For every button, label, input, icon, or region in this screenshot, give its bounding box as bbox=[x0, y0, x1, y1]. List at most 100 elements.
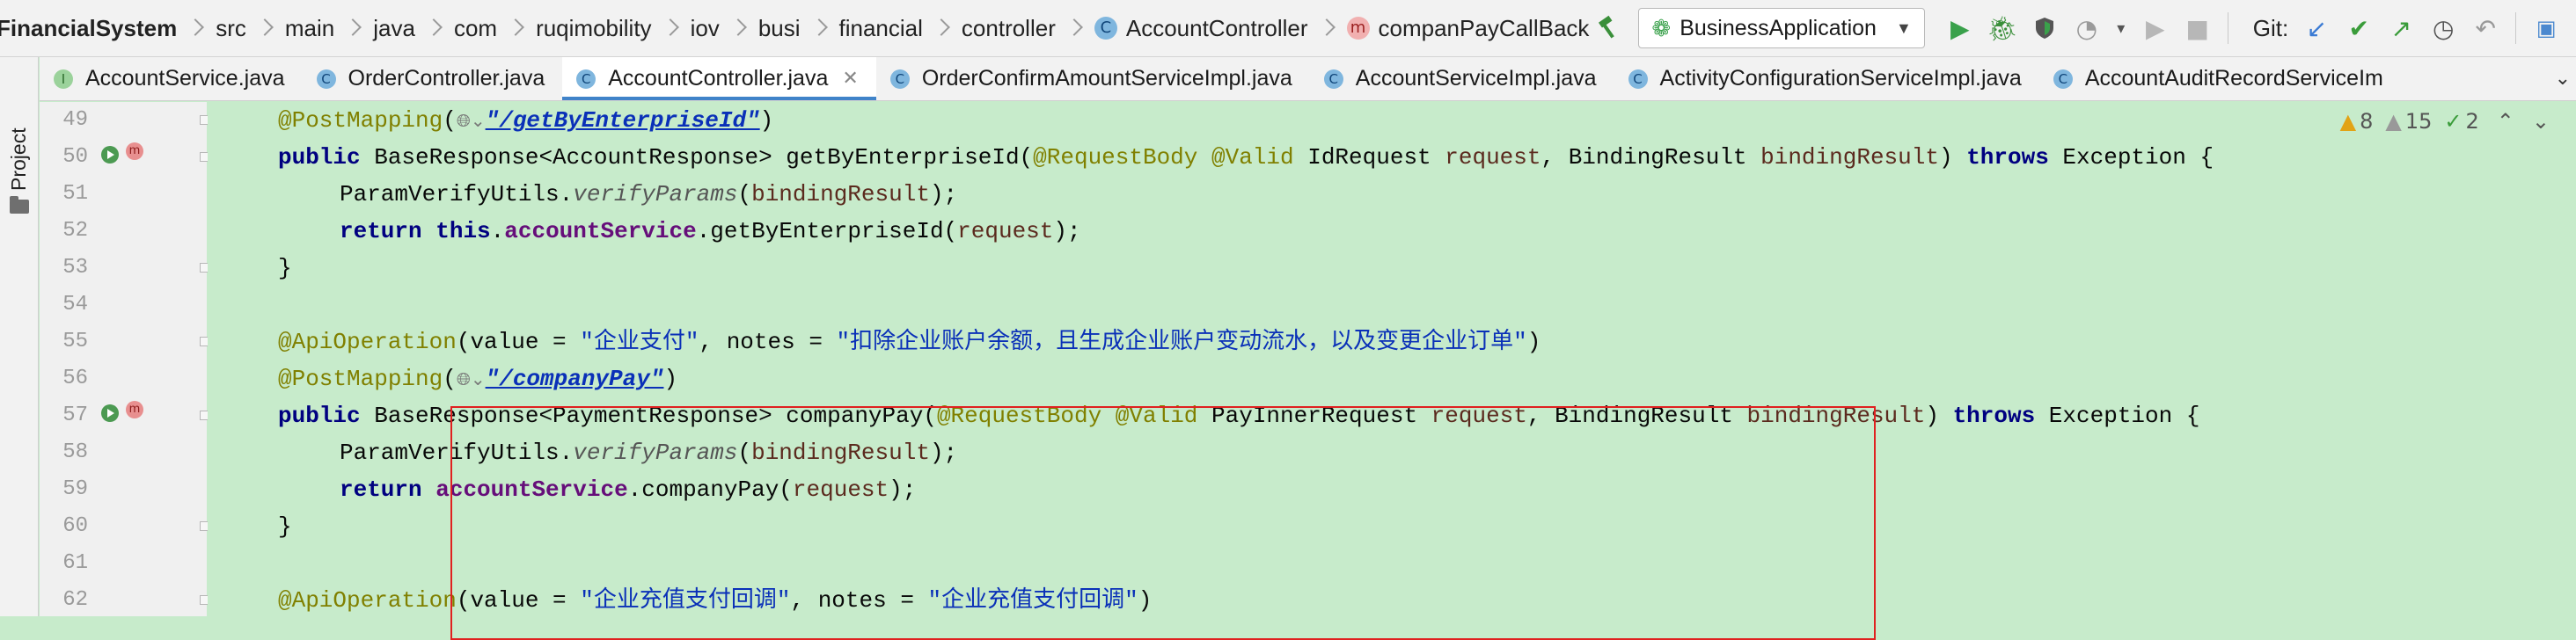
tab-accountserviceimpl[interactable]: C AccountServiceImpl.java bbox=[1310, 57, 1614, 100]
breadcrumb-item-financial[interactable]: financial bbox=[801, 15, 923, 42]
breadcrumb-item-com[interactable]: com bbox=[415, 15, 497, 42]
run-icon[interactable]: ▶ bbox=[1944, 11, 1976, 46]
breadcrumb-item-ruqimobility[interactable]: ruqimobility bbox=[497, 15, 652, 42]
endpoint-run-icon[interactable] bbox=[101, 146, 119, 164]
gutter-line: 51 bbox=[40, 176, 207, 213]
line-number: 57 bbox=[62, 404, 88, 427]
tab-accountservice[interactable]: I AccountService.java bbox=[40, 57, 303, 100]
breadcrumb-item-controller[interactable]: controller bbox=[923, 15, 1056, 42]
code-text: } bbox=[278, 255, 292, 281]
git-push-icon[interactable]: ↗ bbox=[2385, 11, 2417, 46]
run-configuration-select[interactable]: ❁ BusinessApplication ▼ bbox=[1638, 8, 1925, 48]
coverage-icon[interactable] bbox=[2029, 11, 2060, 46]
code-line-60[interactable]: } bbox=[278, 508, 292, 545]
globe-icon[interactable]: 🌐︎⌄ bbox=[457, 110, 486, 131]
breadcrumb-item-iov[interactable]: iov bbox=[652, 15, 720, 42]
code-line-50[interactable]: public BaseResponse<AccountResponse> get… bbox=[278, 139, 2214, 176]
tab-label: OrderController.java bbox=[348, 66, 545, 91]
endpoint-run-icon[interactable] bbox=[101, 404, 119, 422]
breadcrumb-item-java[interactable]: java bbox=[334, 15, 415, 42]
translate-icon[interactable]: ▣ bbox=[2530, 11, 2562, 46]
chevron-down-icon[interactable]: ⌄ bbox=[2532, 109, 2550, 134]
code-line-55[interactable]: @ApiOperation(value = "企业支付", notes = "扣… bbox=[278, 324, 1540, 360]
close-icon[interactable]: ✕ bbox=[842, 68, 858, 90]
breadcrumb-item-class[interactable]: C AccountController bbox=[1056, 15, 1308, 42]
code-text: ) bbox=[663, 366, 678, 392]
code-text: BaseResponse<AccountResponse> getByEnter… bbox=[360, 144, 1034, 171]
code-line-51[interactable]: ParamVerifyUtils.verifyParams(bindingRes… bbox=[340, 176, 957, 213]
line-number: 58 bbox=[62, 440, 88, 464]
rollback-icon[interactable]: ↶ bbox=[2470, 11, 2501, 46]
line-number: 50 bbox=[62, 145, 88, 169]
breadcrumb-label: controller bbox=[961, 14, 1056, 41]
breadcrumb-item-main[interactable]: main bbox=[246, 15, 334, 42]
breadcrumb-label: ruqimobility bbox=[536, 14, 652, 41]
stop-icon[interactable]: ■ bbox=[2182, 11, 2214, 46]
method-marker-icon[interactable]: m bbox=[126, 401, 143, 418]
tab-accountauditrecordserviceimpl[interactable]: C AccountAuditRecordServiceIm bbox=[2039, 57, 2401, 100]
chevron-up-icon[interactable]: ⌃ bbox=[2497, 109, 2514, 134]
code-text: IdRequest bbox=[1293, 144, 1445, 171]
string-literal: "企业支付" bbox=[580, 329, 699, 355]
typos-count-value: 2 bbox=[2465, 109, 2479, 134]
code-text: , notes = bbox=[699, 329, 837, 355]
class-icon: C bbox=[1628, 69, 1648, 89]
code-editor[interactable]: @PostMapping(🌐︎⌄"/getByEnterpriseId") pu… bbox=[208, 102, 2576, 640]
debug-icon[interactable]: 🐞︎ bbox=[1987, 11, 2018, 46]
git-commit-icon[interactable]: ✔ bbox=[2343, 11, 2375, 46]
breadcrumb-item-method[interactable]: m companPayCallBack bbox=[1308, 14, 1590, 42]
code-text: ( bbox=[443, 107, 457, 134]
inspection-widget[interactable]: ▲ 8 ▲ 15 ✓ 2 ⌃ ⌄ bbox=[2328, 109, 2550, 134]
chevron-down-icon[interactable]: ▾ bbox=[2113, 11, 2129, 46]
annotation: @Valid bbox=[1211, 144, 1294, 171]
tab-ordercontroller[interactable]: C OrderController.java bbox=[303, 57, 563, 100]
code-text: ( bbox=[737, 181, 752, 207]
breadcrumb-label: src bbox=[216, 14, 246, 41]
chevron-right-icon bbox=[935, 15, 949, 41]
git-update-icon[interactable]: ↙ bbox=[2301, 11, 2332, 46]
breadcrumb-label: companPayCallBack bbox=[1378, 14, 1590, 41]
class-icon: C bbox=[316, 69, 336, 89]
code-line-53[interactable]: } bbox=[278, 250, 292, 287]
keyword: public bbox=[278, 144, 361, 171]
code-line-52[interactable]: return this.accountService.getByEnterpri… bbox=[340, 213, 1081, 250]
tab-accountcontroller[interactable]: C AccountController.java ✕ bbox=[562, 57, 876, 100]
annotation: @ApiOperation bbox=[278, 587, 457, 614]
code-text: } bbox=[278, 513, 292, 540]
breadcrumb-label: AccountController bbox=[1125, 14, 1308, 41]
project-tool-window-button[interactable]: Project bbox=[7, 127, 31, 191]
annotation: @ApiOperation bbox=[278, 329, 457, 355]
warnings-count[interactable]: ▲ 8 bbox=[2340, 109, 2374, 134]
globe-icon[interactable]: 🌐︎⌄ bbox=[457, 368, 486, 389]
weak-warnings-count[interactable]: ▲ 15 bbox=[2385, 109, 2432, 134]
class-icon: C bbox=[1323, 69, 1343, 89]
tab-orderconfirmamountserviceimpl[interactable]: C OrderConfirmAmountServiceImpl.java bbox=[876, 57, 1310, 100]
project-tool-window-strip: Project bbox=[0, 57, 39, 616]
string-literal: "扣除企业账户余额，且生成企业账户变动流水，以及变更企业订单" bbox=[836, 329, 1527, 355]
build-hammer-icon[interactable] bbox=[1594, 11, 1626, 46]
parameter: bindingResult bbox=[1760, 144, 1939, 171]
code-line-49[interactable]: @PostMapping(🌐︎⌄"/getByEnterpriseId") bbox=[278, 102, 773, 139]
breadcrumb-item-src[interactable]: src bbox=[177, 15, 246, 42]
tab-activityconfigurationserviceimpl[interactable]: C ActivityConfigurationServiceImpl.java bbox=[1614, 57, 2039, 100]
keyword: return bbox=[340, 218, 422, 244]
typos-count[interactable]: ✓ 2 bbox=[2444, 109, 2478, 134]
code-text: , BindingResult bbox=[1540, 144, 1761, 171]
attach-run-icon[interactable]: ▶ bbox=[2140, 11, 2171, 46]
history-icon[interactable]: ◷ bbox=[2427, 11, 2459, 46]
endpoint-url-link[interactable]: "/companyPay" bbox=[486, 366, 664, 392]
chevron-right-icon bbox=[259, 15, 273, 41]
profile-icon[interactable]: ◔ bbox=[2071, 11, 2103, 46]
endpoint-url-link[interactable]: "/getByEnterpriseId" bbox=[486, 107, 760, 134]
class-icon: C bbox=[1094, 17, 1117, 40]
breadcrumb-item-project[interactable]: FinancialSystem bbox=[0, 15, 177, 42]
method-marker-icon[interactable]: m bbox=[126, 142, 143, 160]
code-line-56[interactable]: @PostMapping(🌐︎⌄"/companyPay") bbox=[278, 360, 677, 397]
gutter-line: 58 bbox=[40, 434, 207, 471]
chevron-down-icon[interactable]: ⌄ bbox=[2555, 68, 2571, 90]
breadcrumb-item-busi[interactable]: busi bbox=[720, 15, 801, 42]
line-number: 55 bbox=[62, 330, 88, 353]
gutter-line: 55 bbox=[40, 324, 209, 360]
gutter-line: 50 m bbox=[40, 139, 209, 176]
line-number: 49 bbox=[62, 108, 88, 132]
